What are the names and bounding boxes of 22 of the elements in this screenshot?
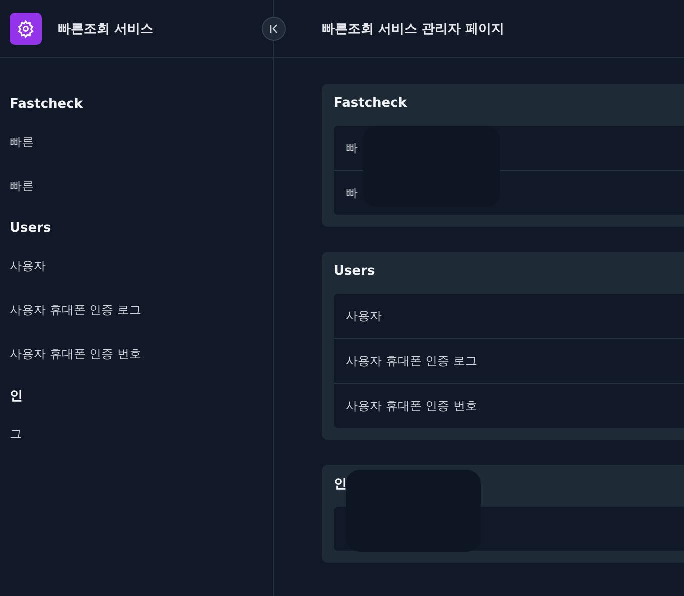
collapse-sidebar-button[interactable] <box>262 16 286 40</box>
row-link[interactable]: 사용자 <box>346 308 382 324</box>
brand-title: 빠른조회 서비스 <box>58 20 155 38</box>
row-link[interactable]: 사용자 휴대폰 인증 로그 <box>346 352 478 370</box>
sidebar-item[interactable]: 빠른 <box>10 130 263 174</box>
sidebar-group-heading: Fastcheck <box>10 96 84 114</box>
sidebar-group-heading: Users <box>10 220 52 238</box>
page-title: 빠른조회 서비스 관리자 페이지 <box>322 20 505 38</box>
sidebar-item[interactable]: 그 <box>10 422 263 466</box>
logo-icon <box>10 12 42 44</box>
sidebar-item[interactable]: 사용자 <box>10 254 263 298</box>
sidebar-item[interactable]: 빠른 <box>10 174 263 218</box>
row-link[interactable]: 사용자 휴대폰 인증 번호 <box>346 398 478 414</box>
row-link[interactable]: 빠 <box>346 140 358 156</box>
row-link[interactable]: 빠 <box>346 184 358 202</box>
sidebar-item[interactable]: 사용자 휴대폰 인증 로그 <box>10 298 263 342</box>
collapse-icon <box>269 24 279 34</box>
sidebar-item[interactable]: 사용자 휴대폰 인증 번호 <box>10 342 263 386</box>
card-title: 인 <box>334 477 347 492</box>
card-title: Fastcheck <box>334 96 407 111</box>
sidebar-group-heading: 인 <box>10 388 24 406</box>
card-title: Users <box>334 264 376 279</box>
